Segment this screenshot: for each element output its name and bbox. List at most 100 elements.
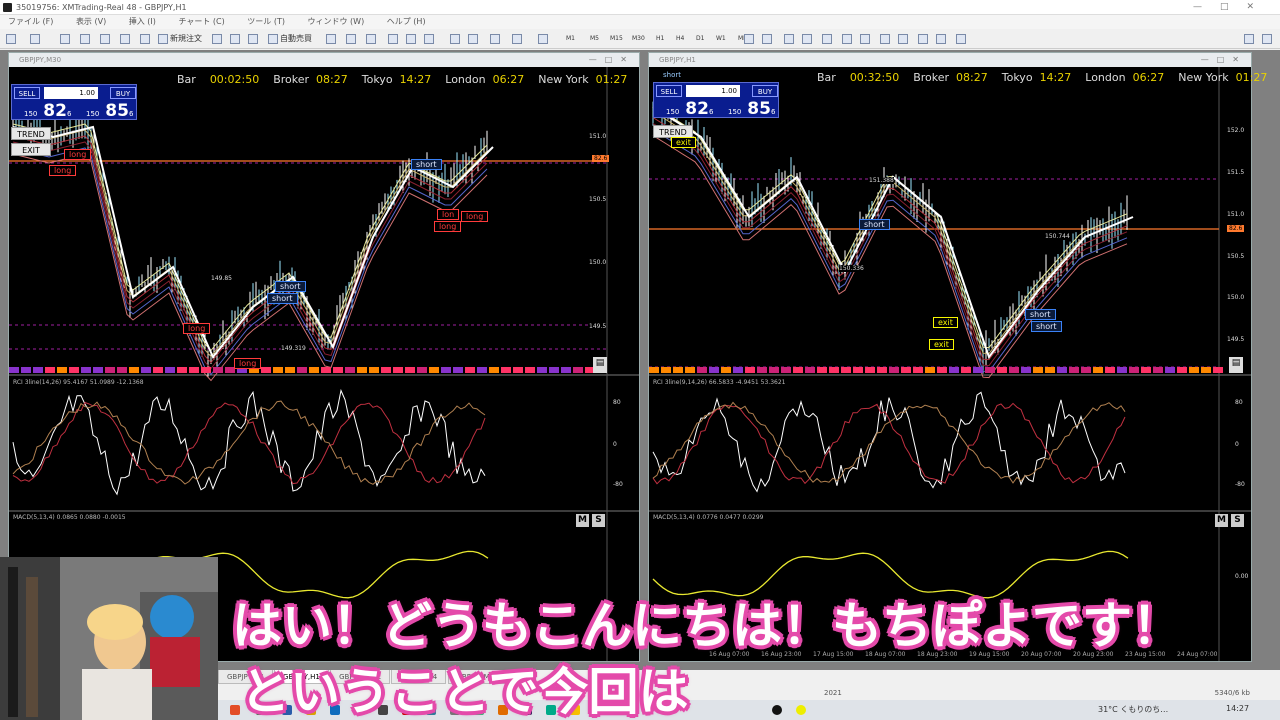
cursor-icon [744, 33, 754, 44]
exit-badge[interactable]: exit [671, 137, 696, 148]
tf-h1[interactable]: H1 [656, 32, 664, 46]
tf-m1[interactable]: M1 [566, 32, 575, 46]
trendline-button[interactable] [822, 32, 834, 46]
m-button[interactable]: M [1215, 514, 1228, 527]
taskbar-app-icon[interactable] [772, 705, 782, 715]
chart-window-controls[interactable]: —□✕ [589, 53, 635, 67]
signal-strip [853, 367, 863, 373]
chart-window-right[interactable]: GBPJPY,H1 —□✕ short Bar 00:32:50 Broker … [648, 52, 1267, 662]
search-button[interactable] [1244, 32, 1256, 46]
signal-strip [417, 367, 427, 373]
cursor-button[interactable] [744, 32, 756, 46]
lot-input[interactable]: 1.00 [686, 85, 740, 97]
panel-toggle-icon[interactable]: ▤ [1229, 357, 1243, 373]
vline-button[interactable] [784, 32, 796, 46]
channel-button[interactable] [842, 32, 854, 46]
sell-button[interactable]: SELL [656, 85, 682, 97]
exit-button[interactable]: EXIT [11, 143, 51, 156]
weather-widget[interactable]: 31°C くもりのち… [1098, 704, 1168, 715]
chart-plot-area[interactable] [649, 67, 1251, 661]
menu-tools[interactable]: ツール (T) [247, 15, 285, 29]
fibo-button[interactable] [860, 32, 872, 46]
periods-button[interactable] [512, 32, 524, 46]
tokyo-label: Tokyo [361, 73, 393, 86]
terminal-button[interactable] [120, 32, 132, 46]
bid-sup: 6 [708, 108, 714, 116]
data-window-button[interactable] [80, 32, 92, 46]
hline-button[interactable] [802, 32, 814, 46]
tf-m5[interactable]: M5 [590, 32, 599, 46]
auto-trade-button[interactable]: 自動売買 [268, 32, 312, 46]
arrows-button[interactable] [936, 32, 948, 46]
s-button[interactable]: S [1231, 514, 1244, 527]
exit-label: exit [929, 339, 954, 350]
rectangle-button[interactable] [880, 32, 892, 46]
signal-strip [1033, 367, 1043, 373]
chart-window-controls[interactable]: —□✕ [1201, 53, 1247, 67]
signal-strip [1117, 367, 1127, 373]
menu-file[interactable]: ファイル (F) [8, 15, 53, 29]
bar-chart-button[interactable] [326, 32, 338, 46]
taskbar-clock[interactable]: 14:27 [1226, 704, 1249, 713]
lot-input[interactable]: 1.00 [44, 87, 98, 99]
panel-toggle-icon[interactable]: ▤ [593, 357, 607, 373]
price-label-1505: 150.5 [589, 196, 607, 203]
trend-button[interactable]: TREND [11, 127, 51, 140]
m-button[interactable]: M [576, 514, 589, 527]
zoom-in-button[interactable] [388, 32, 400, 46]
sell-button[interactable]: SELL [14, 87, 40, 99]
buy-button[interactable]: BUY [110, 87, 136, 99]
community-button[interactable] [1262, 32, 1274, 46]
buy-button[interactable]: BUY [752, 85, 778, 97]
candle-chart-button[interactable] [346, 32, 358, 46]
right-chart-canvas[interactable] [649, 67, 1251, 661]
signal-strip [649, 367, 659, 373]
indicators-icon [490, 33, 500, 44]
menu-insert[interactable]: 挿入 (I) [129, 15, 156, 29]
market-watch-button[interactable] [60, 32, 72, 46]
new-order-icon [158, 33, 168, 44]
tester-button[interactable] [140, 32, 152, 46]
signal-strip [285, 367, 295, 373]
signal-strip [1189, 367, 1199, 373]
templates-button[interactable] [538, 32, 550, 46]
signal-strip [877, 367, 887, 373]
tf-h4[interactable]: H4 [676, 32, 684, 46]
taskbar-app-icon[interactable] [230, 705, 240, 715]
indicators-button[interactable] [490, 32, 502, 46]
menu-view[interactable]: 表示 (V) [76, 15, 106, 29]
tf-m15[interactable]: M15 [610, 32, 623, 46]
tf-w1[interactable]: W1 [716, 32, 726, 46]
new-chart-button[interactable] [6, 32, 18, 46]
chart-shift-button[interactable] [468, 32, 480, 46]
rci-level-mid: 0 [1235, 441, 1239, 448]
menu-chart[interactable]: チャート (C) [178, 15, 224, 29]
ellipse-button[interactable] [918, 32, 930, 46]
zoom-out-button[interactable] [406, 32, 418, 46]
more-tools-button[interactable] [956, 32, 968, 46]
menu-help[interactable]: ヘルプ (H) [387, 15, 426, 29]
crosshair-button[interactable] [762, 32, 774, 46]
profiles-button[interactable] [30, 32, 42, 46]
tile-button[interactable] [424, 32, 436, 46]
tf-m30[interactable]: M30 [632, 32, 645, 46]
history-button[interactable] [230, 32, 242, 46]
navigator-button[interactable] [100, 32, 112, 46]
metaeditor-button[interactable] [212, 32, 224, 46]
window-controls[interactable]: —□✕ [1193, 0, 1272, 15]
menu-window[interactable]: ウィンドウ (W) [308, 15, 365, 29]
line-chart-button[interactable] [366, 32, 378, 46]
autoscroll-button[interactable] [450, 32, 462, 46]
signal-strip [997, 367, 1007, 373]
new-order-button[interactable]: 新規注文 [158, 32, 202, 46]
signal-strip [573, 367, 583, 373]
s-button[interactable]: S [592, 514, 605, 527]
swing-price-label: 149.85 [211, 275, 232, 282]
text-button[interactable] [898, 32, 910, 46]
broker-time: 08:27 [316, 73, 348, 86]
chart-window-title: GBPJPY,M30 [19, 56, 62, 64]
strategy-button[interactable] [248, 32, 260, 46]
tf-d1[interactable]: D1 [696, 32, 704, 46]
short-label: short [1025, 309, 1056, 320]
taskbar-app-icon[interactable] [796, 705, 806, 715]
